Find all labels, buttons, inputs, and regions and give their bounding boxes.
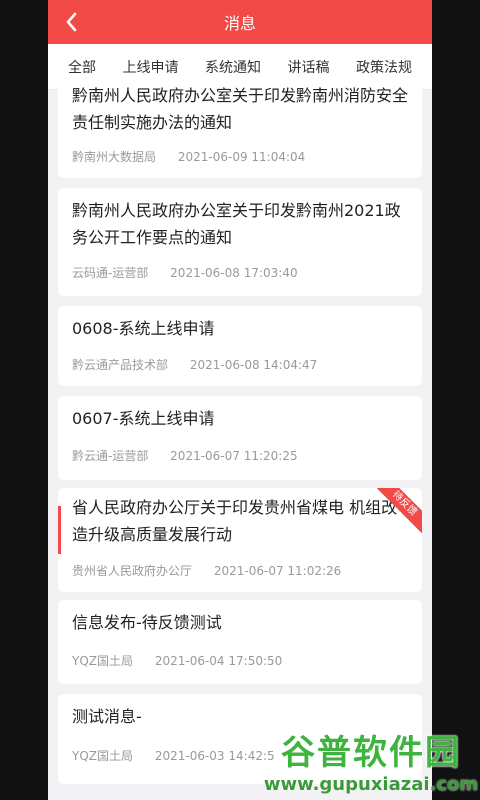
watermark-url: www.gupuxiazai.com [263,774,479,795]
message-meta: YQZ国土局 2021-06-03 14:42:5 [72,747,293,764]
message-card[interactable]: 0607-系统上线申请 黔云通-运营部 2021-06-07 11:20:25 [58,396,422,480]
message-meta: YQZ国土局 2021-06-04 17:50:50 [72,652,300,669]
message-source: 黔南州大数据局 [72,150,157,164]
message-time: 2021-06-07 11:20:25 [170,449,298,463]
message-meta: 云码通-运营部 2021-06-08 17:03:40 [72,264,316,281]
unread-indicator [58,506,61,554]
message-meta: 黔南州大数据局 2021-06-09 11:04:04 [72,148,323,165]
message-title: 黔南州人民政府办公室关于印发黔南州2021政务公开工作要点的通知 [72,201,401,247]
message-meta: 黔云通-运营部 2021-06-07 11:20:25 [72,447,316,464]
site-watermark: 谷普软件园 www.gupuxiazai.com [263,724,479,796]
message-source: YQZ国土局 [72,749,133,763]
tab-speeches[interactable]: 讲话稿 [288,57,330,77]
message-source: 黔云通产品技术部 [72,358,169,372]
tab-all[interactable]: 全部 [67,57,97,87]
message-title: 省人民政府办公厅关于印发贵州省煤电 机组改造升级高质量发展行动 [72,498,398,544]
app-screen: 消息 全部 上线申请 系统通知 讲话稿 政策法规 黔南州人民政府办公室关于印发黔… [48,0,432,800]
message-time: 2021-06-07 11:02:26 [213,564,342,578]
message-title: 黔南州人民政府办公室关于印发黔南州消防安全责任制实施办法的通知 [72,86,409,132]
message-source: YQZ国土局 [72,654,133,668]
watermark-logo-text: 谷普软件园 [281,733,461,773]
message-title: 0607-系统上线申请 [72,409,215,428]
message-source: 贵州省人民政府办公厅 [72,564,193,578]
message-source: 云码通-运营部 [72,266,149,280]
header-bar: 消息 [48,0,432,44]
message-title: 信息发布-待反馈测试 [72,613,222,632]
back-arrow-icon[interactable] [60,10,84,34]
message-source: 黔云通-运营部 [72,449,149,463]
message-title: 0608-系统上线申请 [72,319,215,338]
tab-policies[interactable]: 政策法规 [356,57,412,77]
message-time: 2021-06-08 17:03:40 [170,266,298,280]
message-meta: 黔云通产品技术部 2021-06-08 14:04:47 [72,356,335,373]
tab-system-notices[interactable]: 系统通知 [205,57,261,77]
message-time: 2021-06-08 14:04:47 [189,358,318,372]
message-meta: 贵州省人民政府办公厅 2021-06-07 11:02:26 [72,562,359,579]
message-card[interactable]: 黔南州人民政府办公室关于印发黔南州消防安全责任制实施办法的通知 黔南州大数据局 … [58,78,422,178]
message-time: 2021-06-03 14:42:5 [154,749,275,763]
right-edge [432,0,480,800]
message-time: 2021-06-04 17:50:50 [154,654,283,668]
page-title: 消息 [223,14,256,33]
left-edge [0,0,48,800]
message-card[interactable]: 黔南州人民政府办公室关于印发黔南州2021政务公开工作要点的通知 云码通-运营部… [58,188,422,296]
message-card[interactable]: 信息发布-待反馈测试 YQZ国土局 2021-06-04 17:50:50 [58,600,422,684]
message-card[interactable]: 0608-系统上线申请 黔云通产品技术部 2021-06-08 14:04:47 [58,306,422,386]
message-time: 2021-06-09 11:04:04 [177,150,306,164]
tab-launch-requests[interactable]: 上线申请 [123,57,179,77]
message-card[interactable]: 省人民政府办公厅关于印发贵州省煤电 机组改造升级高质量发展行动 待反馈 贵州省人… [58,488,422,592]
